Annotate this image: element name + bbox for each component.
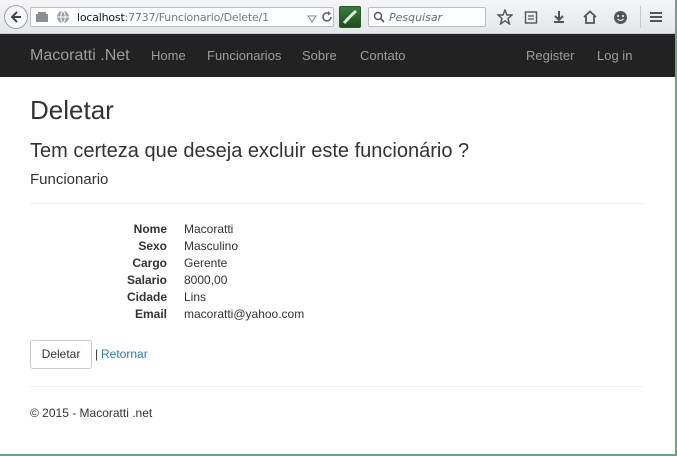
- home-icon[interactable]: [581, 8, 599, 26]
- globe-icon: [56, 10, 70, 27]
- bookmark-star-icon[interactable]: [496, 8, 514, 26]
- nav-contato[interactable]: Contato: [360, 48, 406, 63]
- smiley-icon[interactable]: [611, 8, 629, 26]
- return-link[interactable]: Retornar: [101, 347, 148, 361]
- search-icon: [373, 11, 385, 26]
- detail-row-nome: Nome Macoratti: [30, 222, 643, 239]
- details-list: Nome Macoratti Sexo Masculino Cargo Gere…: [30, 222, 643, 324]
- detail-label: Email: [134, 307, 167, 321]
- entity-heading: Funcionario: [30, 171, 109, 188]
- detail-row-email: Email macoratti@yahoo.com: [30, 307, 643, 324]
- toolbar-divider: [640, 6, 641, 28]
- site-navbar: Macoratti .Net Home Funcionarios Sobre C…: [0, 34, 677, 77]
- menu-icon[interactable]: [647, 8, 665, 26]
- detail-value: Macoratti: [184, 222, 234, 236]
- detail-value: Gerente: [184, 256, 228, 270]
- search-field[interactable]: Pesquisar: [368, 7, 486, 27]
- divider: [30, 203, 643, 204]
- detail-label: Nome: [133, 222, 167, 236]
- reading-list-icon[interactable]: [522, 8, 540, 26]
- detail-value: 8000,00: [184, 273, 228, 287]
- confirm-message: Tem certeza que deseja excluir este func…: [30, 140, 470, 162]
- url-text: localhost:7737/Funcionario/Delete/1: [77, 11, 269, 24]
- history-icon[interactable]: [35, 11, 49, 26]
- nav-funcionarios[interactable]: Funcionarios: [207, 48, 281, 63]
- nav-register[interactable]: Register: [526, 48, 574, 63]
- reload-icon[interactable]: [321, 11, 333, 26]
- footer-text: © 2015 - Macoratti .net: [30, 406, 153, 420]
- detail-row-cargo: Cargo Gerente: [30, 256, 643, 273]
- footer-divider: [30, 386, 643, 387]
- search-placeholder: Pesquisar: [389, 11, 443, 24]
- download-icon[interactable]: [550, 8, 568, 26]
- dropdown-arrow-icon[interactable]: [307, 12, 317, 27]
- detail-row-cidade: Cidade Lins: [30, 290, 643, 307]
- page-title: Deletar: [30, 95, 114, 125]
- detail-row-sexo: Sexo Masculino: [30, 239, 643, 256]
- detail-value: Masculino: [184, 239, 239, 253]
- browser-toolbar: localhost:7737/Funcionario/Delete/1 Pesq…: [0, 0, 677, 34]
- detail-value: Lins: [184, 290, 207, 304]
- separator: |: [95, 347, 99, 361]
- detail-row-salario: Salario 8000,00: [30, 273, 643, 290]
- nav-home[interactable]: Home: [151, 48, 186, 63]
- detail-label: Cargo: [132, 256, 167, 270]
- detail-label: Cidade: [126, 290, 167, 304]
- pinned-site-icon[interactable]: [339, 6, 361, 28]
- nav-login[interactable]: Log in: [597, 48, 632, 63]
- detail-label: Sexo: [138, 239, 167, 253]
- detail-label: Salario: [126, 273, 167, 287]
- brand-link[interactable]: Macoratti .Net: [30, 47, 130, 65]
- nav-sobre[interactable]: Sobre: [302, 48, 337, 63]
- delete-button[interactable]: Deletar: [30, 340, 92, 369]
- detail-value: macoratti@yahoo.com: [184, 307, 305, 321]
- address-bar[interactable]: localhost:7737/Funcionario/Delete/1: [30, 7, 334, 27]
- back-arrow-icon[interactable]: [4, 5, 28, 29]
